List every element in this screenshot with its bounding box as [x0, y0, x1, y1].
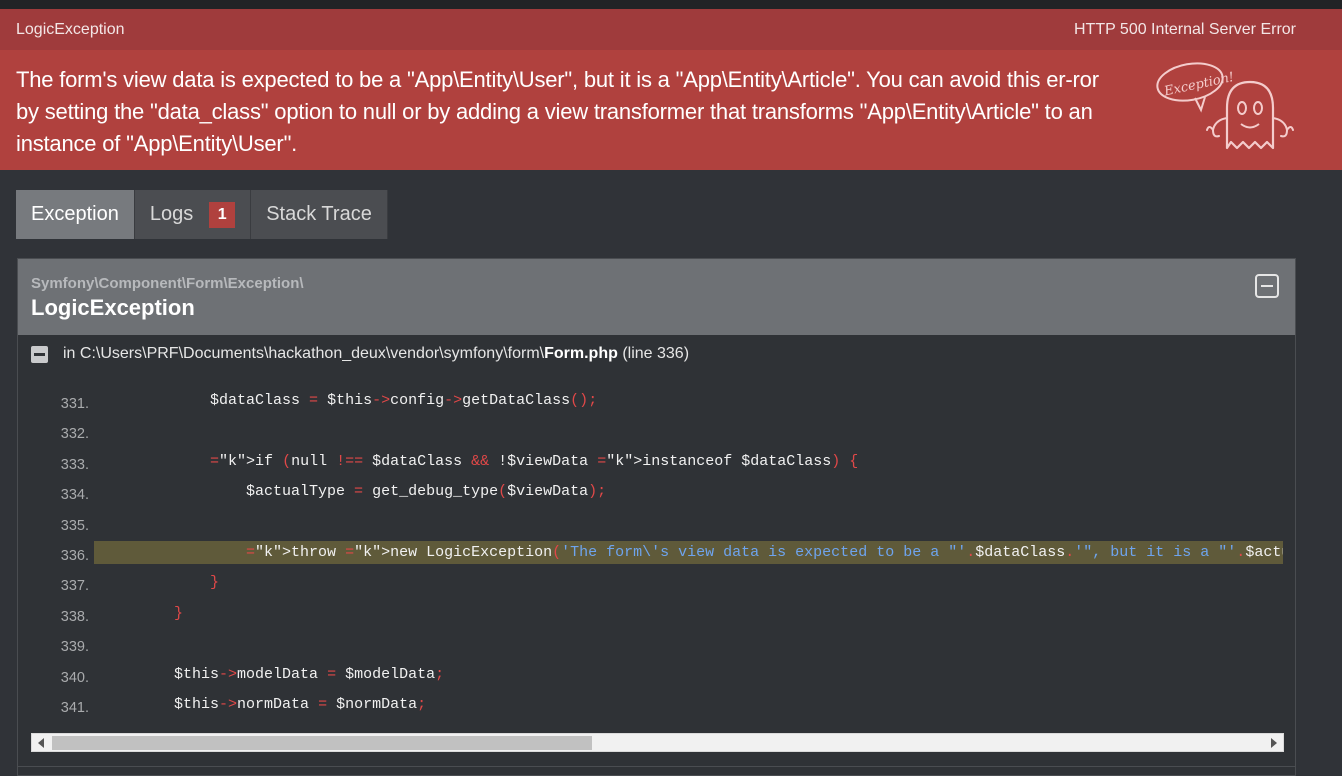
http-status: HTTP 500 Internal Server Error: [1073, 21, 1296, 38]
exception-message: The form's view data is expected to be a…: [16, 67, 1099, 156]
ghost-icon: Exception!: [1156, 62, 1294, 150]
line-source: }: [210, 574, 220, 592]
line-number: 332.: [60, 426, 89, 443]
line-source: [94, 511, 1283, 534]
scrollbar-thumb[interactable]: [52, 736, 592, 750]
toggle-trace-icon[interactable]: [31, 345, 48, 363]
tab-logs[interactable]: Logs 1: [134, 190, 252, 239]
logs-count-badge: 1: [209, 201, 236, 228]
line-source: $actualType = get_debug_type($viewData);: [102, 483, 607, 501]
panel-header: Symfony\Component\Form\Exception\ LogicE…: [18, 259, 1295, 335]
code-line: 338. }: [31, 602, 1283, 632]
line-number: 339.: [60, 639, 89, 656]
exception-namespace: Symfony\Component\Form\Exception\: [31, 275, 304, 292]
line-source: [94, 632, 1283, 655]
exception-badge-text: Exception!: [1162, 70, 1235, 100]
code-snippet: 331. $dataClass = $this->config->getData…: [31, 389, 1283, 719]
line-source: ="k">if (null !== $dataClass && !$viewDa…: [210, 452, 859, 470]
line-source: ="k">throw ="k">new LogicException('The …: [94, 540, 1283, 564]
tab-exception-label: Exception: [31, 203, 119, 225]
exception-header: LogicException HTTP 500 Internal Server …: [0, 9, 1342, 50]
tab-stack-trace[interactable]: Stack Trace: [251, 190, 388, 239]
trace-location: in C:\Users\PRF\Documents\hackathon_deux…: [31, 345, 689, 363]
line-number: 331.: [60, 396, 89, 412]
code-line: 341. $this->normData = $normData;: [31, 693, 1283, 719]
scroll-left-icon[interactable]: [38, 738, 44, 748]
trace-path: in C:\Users\PRF\Documents\hackathon_deux…: [63, 345, 545, 362]
panel-divider: [18, 766, 1295, 767]
code-line: 340. $this->modelData = $modelData;: [31, 663, 1283, 693]
exception-class-short: LogicException: [16, 21, 125, 38]
trace-file: Form.php: [544, 345, 618, 362]
line-source: $dataClass = $this->config->getDataClass…: [102, 392, 598, 409]
code-line: 331. $dataClass = $this->config->getData…: [31, 389, 1283, 419]
scroll-right-icon[interactable]: [1271, 738, 1277, 748]
collapse-icon[interactable]: [1255, 274, 1279, 298]
tab-exception[interactable]: Exception: [16, 190, 135, 239]
code-line: 335.: [31, 511, 1283, 541]
code-line: 332.: [31, 419, 1283, 449]
ghost-illustration: Exception!: [1155, 60, 1300, 160]
line-number: 338.: [60, 608, 89, 625]
top-bar: [0, 0, 1342, 9]
tab-logs-label: Logs: [149, 203, 194, 225]
tab-bar: Exception Logs 1 Stack Trace: [16, 190, 388, 239]
code-line: 333. ="k">if (null !== $dataClass && !$v…: [31, 450, 1283, 480]
line-number: 337.: [60, 578, 89, 595]
line-source: $this->modelData = $modelData;: [102, 665, 445, 683]
exception-title: LogicException: [31, 295, 195, 320]
line-number: 336.: [60, 547, 89, 564]
trace-line-number: (line 336): [622, 345, 690, 362]
line-source: }: [174, 604, 184, 622]
tab-stack-trace-label: Stack Trace: [266, 203, 372, 225]
line-source: [94, 419, 1283, 442]
line-source: $this->normData = $normData;: [102, 695, 427, 713]
line-number: 340.: [60, 669, 89, 686]
exception-panel: Symfony\Component\Form\Exception\ LogicE…: [17, 258, 1296, 776]
code-line: 337. }: [31, 571, 1283, 601]
line-number: 341.: [60, 699, 89, 716]
exception-message-banner: The form's view data is expected to be a…: [0, 50, 1342, 170]
line-number: 334.: [60, 487, 89, 504]
line-number: 335.: [60, 517, 89, 534]
code-line: 339.: [31, 632, 1283, 662]
line-number: 333.: [60, 456, 89, 473]
code-line: 334. $actualType = get_debug_type($viewD…: [31, 480, 1283, 510]
code-line: 336. ="k">throw ="k">new LogicException(…: [31, 540, 1283, 571]
horizontal-scrollbar[interactable]: [31, 733, 1284, 752]
